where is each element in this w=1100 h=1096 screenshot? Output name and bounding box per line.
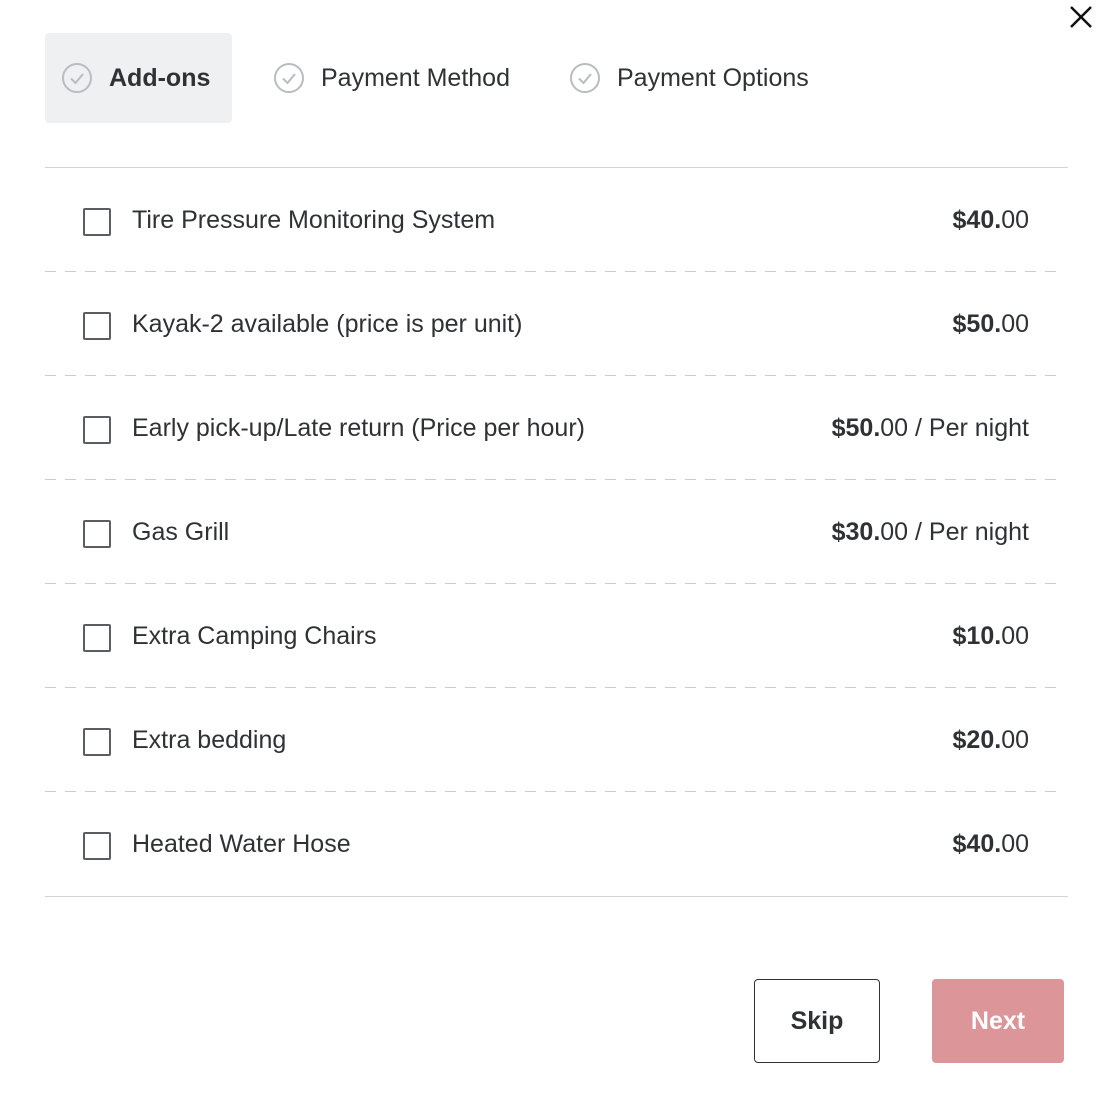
skip-button[interactable]: Skip xyxy=(754,979,880,1063)
addon-label: Tire Pressure Monitoring System xyxy=(132,206,496,234)
price-cents: 00 xyxy=(880,414,909,442)
addon-checkbox[interactable] xyxy=(83,728,111,756)
list-item: Early pick-up/Late return (Price per hou… xyxy=(45,376,1068,480)
price-dollars: $10. xyxy=(952,622,1002,650)
tab-payment-options[interactable]: Payment Options xyxy=(553,33,825,123)
addon-label: Gas Grill xyxy=(132,518,230,546)
price-cents: 00 xyxy=(880,518,909,546)
list-item: Tire Pressure Monitoring System $40.00 xyxy=(45,168,1068,272)
close-button[interactable] xyxy=(1064,0,1098,34)
addon-checkbox[interactable] xyxy=(83,832,111,860)
addon-price: $50.00 xyxy=(953,272,1029,376)
price-cents: 00 xyxy=(1001,310,1029,338)
price-dollars: $30. xyxy=(831,518,881,546)
addon-checkbox[interactable] xyxy=(83,416,111,444)
addon-label: Extra bedding xyxy=(132,726,287,754)
price-dollars: $20. xyxy=(952,726,1002,754)
addon-label: Early pick-up/Late return (Price per hou… xyxy=(132,414,585,442)
close-icon xyxy=(1070,6,1092,28)
addon-price: $30.00 / Per night xyxy=(832,480,1029,584)
price-cents: 00 xyxy=(1001,622,1029,650)
addon-checkbox[interactable] xyxy=(83,624,111,652)
check-circle-icon xyxy=(61,62,93,94)
list-item: Heated Water Hose $40.00 xyxy=(45,792,1068,896)
addon-checkbox[interactable] xyxy=(83,312,111,340)
tab-label: Payment Options xyxy=(617,63,809,92)
tab-label: Payment Method xyxy=(321,63,510,92)
addon-checkbox[interactable] xyxy=(83,208,111,236)
price-suffix: / Per night xyxy=(908,414,1029,442)
price-dollars: $50. xyxy=(952,310,1002,338)
tab-label: Add-ons xyxy=(109,63,211,92)
addon-label: Extra Camping Chairs xyxy=(132,622,377,650)
tab-payment-method[interactable]: Payment Method xyxy=(257,33,527,123)
addon-checkbox[interactable] xyxy=(83,520,111,548)
addon-list: Tire Pressure Monitoring System $40.00 K… xyxy=(45,167,1068,897)
price-dollars: $50. xyxy=(831,414,881,442)
addon-label: Heated Water Hose xyxy=(132,830,351,858)
check-circle-icon xyxy=(273,62,305,94)
addon-price: $40.00 xyxy=(953,792,1029,896)
price-cents: 00 xyxy=(1001,206,1029,234)
price-cents: 00 xyxy=(1001,726,1029,754)
list-item: Extra bedding $20.00 xyxy=(45,688,1068,792)
step-tabs: Add-ons Payment Method Payment Options xyxy=(45,33,825,123)
addon-price: $20.00 xyxy=(953,688,1029,792)
addon-price: $50.00 / Per night xyxy=(832,376,1029,480)
list-item: Gas Grill $30.00 / Per night xyxy=(45,480,1068,584)
addon-label: Kayak-2 available (price is per unit) xyxy=(132,310,523,338)
list-item: Kayak-2 available (price is per unit) $5… xyxy=(45,272,1068,376)
price-suffix: / Per night xyxy=(908,518,1029,546)
price-dollars: $40. xyxy=(952,206,1002,234)
tab-add-ons[interactable]: Add-ons xyxy=(45,33,232,123)
addon-price: $10.00 xyxy=(953,584,1029,688)
next-button[interactable]: Next xyxy=(932,979,1064,1063)
list-item: Extra Camping Chairs $10.00 xyxy=(45,584,1068,688)
addon-price: $40.00 xyxy=(953,168,1029,272)
price-dollars: $40. xyxy=(952,830,1002,858)
check-circle-icon xyxy=(569,62,601,94)
price-cents: 00 xyxy=(1001,830,1029,858)
